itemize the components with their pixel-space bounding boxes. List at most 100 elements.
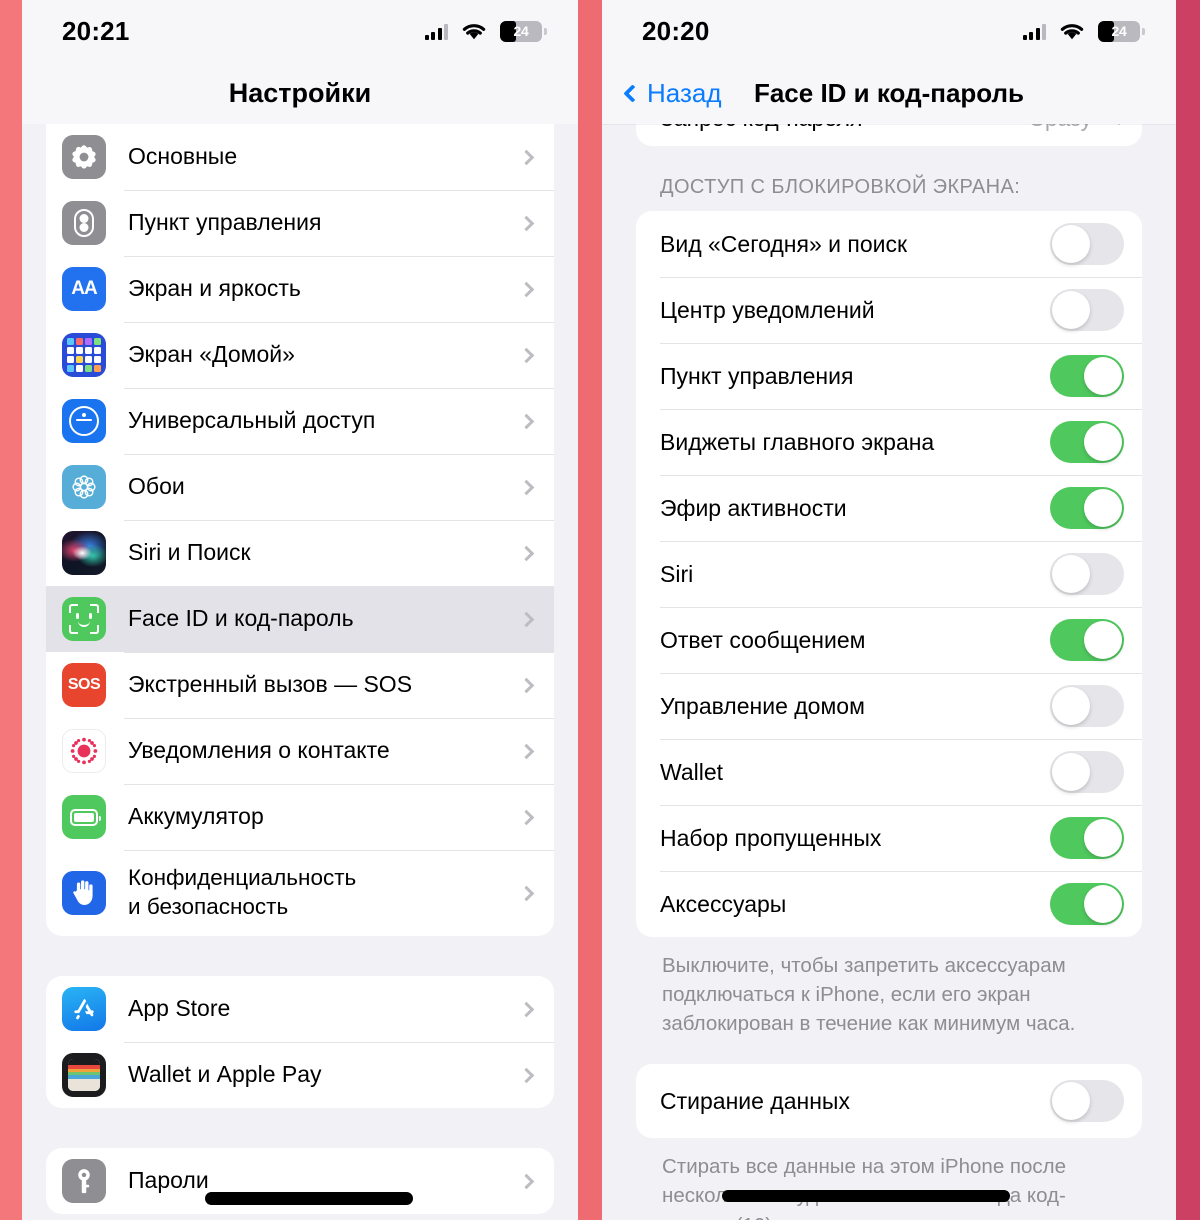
toggle-switch[interactable] [1050, 553, 1124, 595]
sidebar-item-general[interactable]: Основные [46, 124, 554, 190]
sidebar-item-label: Уведомления о контакте [128, 737, 390, 764]
sidebar-item-emergency-sos[interactable]: SOS Экстренный вызов — SOS [46, 652, 554, 718]
toggle-switch[interactable] [1050, 883, 1124, 925]
aa-glyph: AA [71, 278, 97, 299]
row-label: Ответ сообщением [660, 626, 866, 653]
toggle-switch[interactable] [1050, 421, 1124, 463]
right-scroll-area[interactable]: Запрос код-пароля Сразу ДОСТУП С БЛОКИРО… [602, 90, 1176, 1220]
cellular-bars-icon [1022, 23, 1046, 40]
left-phone-panel: 20:21 24 Настройки Основные Пункт управл… [22, 0, 578, 1220]
chevron-right-icon [518, 413, 535, 429]
toggle-switch[interactable] [1050, 355, 1124, 397]
toggle-row-notification-center[interactable]: Центр уведомлений [636, 277, 1142, 343]
toggle-row-accessories[interactable]: Аксессуары [636, 871, 1142, 937]
left-scroll-area[interactable]: Основные Пункт управления AA Экран и ярк… [22, 124, 578, 1220]
chevron-right-icon [518, 215, 535, 231]
toggle-row-home-screen-widgets[interactable]: Виджеты главного экрана [636, 409, 1142, 475]
settings-group-1: Основные Пункт управления AA Экран и ярк… [46, 124, 554, 936]
toggle-switch[interactable] [1050, 223, 1124, 265]
sidebar-item-home-screen[interactable]: Экран «Домой» [46, 322, 554, 388]
toggle-switch[interactable] [1050, 1080, 1124, 1123]
battery-percent: 24 [1111, 23, 1127, 39]
chevron-right-icon [518, 677, 535, 693]
sidebar-item-accessibility[interactable]: Универсальный доступ [46, 388, 554, 454]
chevron-left-icon [623, 83, 642, 103]
row-label: Эфир активности [660, 494, 847, 521]
toggle-row-reply-with-message[interactable]: Ответ сообщением [636, 607, 1142, 673]
sidebar-item-label: Основные [128, 143, 238, 170]
left-decorative-edge [0, 0, 22, 1220]
sidebar-item-control-center[interactable]: Пункт управления [46, 190, 554, 256]
toggle-row-control-center[interactable]: Пункт управления [636, 343, 1142, 409]
accessibility-icon [62, 399, 106, 443]
sidebar-item-label: Siri и Поиск [128, 539, 251, 566]
sidebar-item-wallpaper[interactable]: Обои [46, 454, 554, 520]
row-label: Центр уведомлений [660, 296, 875, 323]
redaction-mark-passwords [205, 1192, 413, 1205]
sidebar-item-label: Face ID и код-пароль [128, 605, 354, 632]
sidebar-item-label: Wallet и Apple Pay [128, 1061, 322, 1088]
right-phone-panel: 20:20 24 Назад Face ID и код-пароль ДОСТ… [602, 0, 1176, 1220]
row-label: Siri [660, 560, 694, 587]
toggle-row-return-missed-calls[interactable]: Набор пропущенных [636, 805, 1142, 871]
wallet-icon [62, 1053, 106, 1097]
toggle-row-erase-data[interactable]: Стирание данных [636, 1064, 1142, 1138]
battery-icon: 24 [1098, 20, 1145, 42]
toggle-switch[interactable] [1050, 817, 1124, 859]
page-title: Настройки [228, 77, 372, 108]
chevron-right-icon [518, 885, 535, 901]
sidebar-item-battery[interactable]: Аккумулятор [46, 784, 554, 850]
toggle-switch[interactable] [1050, 751, 1124, 793]
right-navbar: Назад Face ID и код-пароль [602, 62, 1176, 124]
toggle-row-live-activities[interactable]: Эфир активности [636, 475, 1142, 541]
toggle-row-siri[interactable]: Siri [636, 541, 1142, 607]
row-label: Стирание данных [660, 1087, 850, 1114]
settings-group-2: App Store Wallet и Apple Pay [46, 976, 554, 1108]
page-title: Face ID и код-пароль [753, 77, 1025, 108]
sidebar-item-wallet-apple-pay[interactable]: Wallet и Apple Pay [46, 1042, 554, 1108]
erase-data-footnote: Стирать все данные на этом iPhone после … [662, 1155, 1067, 1220]
chevron-right-icon [518, 479, 535, 495]
redaction-mark-erase-footnote [722, 1190, 1010, 1202]
chevron-right-icon [518, 1067, 535, 1083]
sidebar-item-label: Экран и яркость [128, 275, 301, 302]
sidebar-item-label: Аккумулятор [128, 803, 264, 830]
chevron-right-icon [518, 281, 535, 297]
sidebar-item-label: Обои [128, 473, 185, 500]
sidebar-item-label: Экстренный вызов — SOS [128, 671, 413, 698]
chevron-right-icon [518, 1001, 535, 1017]
sidebar-item-contact-notifications[interactable]: Уведомления о контакте [46, 718, 554, 784]
sidebar-item-siri-search[interactable]: Siri и Поиск [46, 520, 554, 586]
toggle-row-wallet[interactable]: Wallet [636, 739, 1142, 805]
right-clock: 20:20 [642, 15, 710, 46]
home-screen-icon [62, 333, 106, 377]
row-label: Вид «Сегодня» и поиск [660, 230, 908, 257]
section-header-lock-screen-access: ДОСТУП С БЛОКИРОВКОЙ ЭКРАНА: [660, 176, 1021, 198]
toggle-switch[interactable] [1050, 685, 1124, 727]
back-button[interactable]: Назад [623, 78, 722, 109]
wifi-icon [1060, 23, 1084, 39]
privacy-hand-icon [62, 871, 106, 915]
sidebar-item-display-brightness[interactable]: AA Экран и яркость [46, 256, 554, 322]
toggle-switch[interactable] [1050, 289, 1124, 331]
sos-glyph: SOS [67, 676, 101, 693]
sidebar-item-label: Экран «Домой» [128, 341, 295, 368]
battery-percent: 24 [513, 23, 529, 39]
row-label: Управление домом [660, 692, 865, 719]
sidebar-item-app-store[interactable]: App Store [46, 976, 554, 1042]
display-brightness-icon: AA [62, 267, 106, 311]
chevron-right-icon [518, 611, 535, 627]
left-status-bar: 20:21 24 [22, 0, 578, 62]
toggle-row-home-control[interactable]: Управление домом [636, 673, 1142, 739]
toggle-switch[interactable] [1050, 487, 1124, 529]
sidebar-item-face-id-passcode[interactable]: Face ID и код-пароль [46, 586, 554, 652]
screenshot-stage: 20:21 24 Настройки Основные Пункт управл… [0, 0, 1200, 1220]
gear-icon [62, 135, 106, 179]
row-label: Аксессуары [660, 890, 787, 917]
toggle-switch[interactable] [1050, 619, 1124, 661]
sidebar-item-privacy-security[interactable]: Конфиденциальность и безопасность [46, 850, 554, 936]
toggle-row-today-view-search[interactable]: Вид «Сегодня» и поиск [636, 211, 1142, 277]
contact-notification-icon [62, 729, 106, 773]
cellular-bars-icon [424, 23, 448, 40]
